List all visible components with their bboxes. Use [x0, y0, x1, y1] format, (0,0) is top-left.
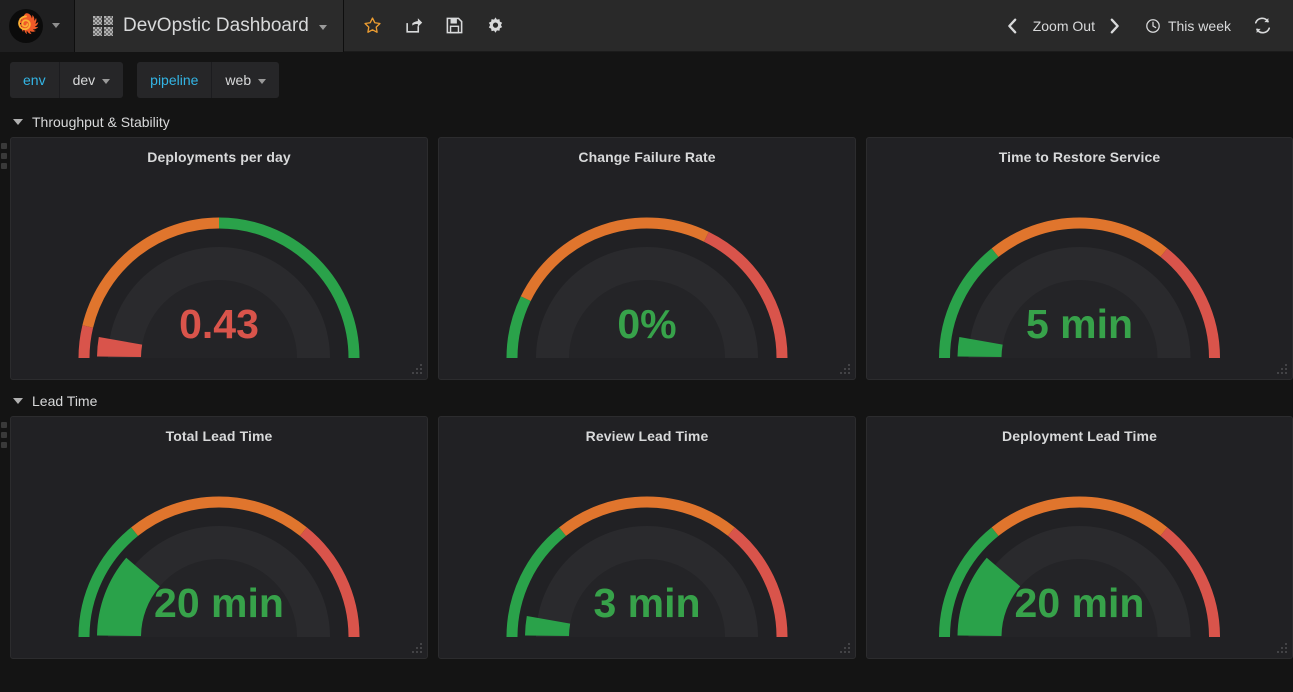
grafana-menu-caret[interactable] [52, 0, 74, 52]
variable-pipeline-label: pipeline [137, 61, 212, 98]
row-header-throughput-stability[interactable]: Throughput & Stability [0, 107, 1293, 137]
dashboard-title-group[interactable]: DevOpstic Dashboard [75, 0, 343, 52]
clock-icon [1146, 18, 1160, 33]
gauge-body: 5 min [867, 165, 1292, 370]
gauge-chart: 20 min [78, 496, 360, 638]
grafana-logo-icon [9, 8, 43, 43]
row-header-lead-time[interactable]: Lead Time [0, 386, 1293, 416]
gauge-chart: 0.43 [78, 217, 360, 359]
gauge-threshold-band-red [78, 325, 94, 359]
row-drag-handle[interactable] [1, 422, 9, 448]
panel-title: Time to Restore Service [998, 149, 1161, 165]
panel-deployment-lead-time[interactable]: Deployment Lead Time 20 min [866, 416, 1293, 659]
variable-pipeline-select[interactable]: web [211, 61, 280, 98]
variable-env-value: dev [72, 71, 96, 88]
time-range-picker[interactable]: This week [1131, 18, 1243, 34]
chevron-right-icon [1111, 18, 1120, 33]
panel-change-failure-rate[interactable]: Change Failure Rate 0% [438, 137, 856, 380]
star-button[interactable] [352, 0, 393, 52]
dashboard-body: Throughput & Stability Deployments per d… [0, 107, 1293, 659]
variable-pipeline-value: web [225, 71, 252, 88]
gauge-value-text: 20 min [1015, 580, 1145, 626]
chevron-down-icon [13, 398, 23, 404]
settings-button[interactable] [475, 0, 516, 52]
panel-resize-handle[interactable] [1277, 643, 1289, 655]
row-title: Lead Time [32, 393, 98, 409]
gauge-value-text: 0.43 [179, 301, 259, 347]
zoom-out-button[interactable]: Zoom Out [1029, 18, 1099, 34]
gear-icon [488, 17, 503, 33]
gauge-body: 20 min [867, 444, 1292, 649]
panel-resize-handle[interactable] [840, 364, 852, 376]
row-drag-handle[interactable] [1, 143, 9, 169]
share-button[interactable] [393, 0, 434, 52]
panel-title: Deployment Lead Time [1001, 428, 1157, 444]
chevron-left-icon [1008, 18, 1017, 33]
panel-resize-handle[interactable] [412, 643, 424, 655]
gauge-chart: 5 min [939, 217, 1220, 359]
panel-review-lead-time[interactable]: Review Lead Time 3 min [438, 416, 856, 659]
variable-env-label: env [10, 61, 59, 98]
time-shift-forward-button[interactable] [1101, 0, 1129, 52]
panel-deployments-per-day[interactable]: Deployments per day 0.43 [10, 137, 428, 380]
dashboard-actions [344, 0, 516, 52]
refresh-button[interactable] [1245, 0, 1279, 52]
save-button[interactable] [434, 0, 475, 52]
top-navbar: DevOpstic Dashboard Zoom Out This week [0, 0, 1293, 52]
star-icon [364, 17, 381, 33]
gauge-body: 3 min [439, 444, 855, 649]
panel-row-2: Total Lead Time 20 min Review Lead Time … [0, 416, 1293, 659]
chevron-down-icon [318, 25, 327, 30]
dashboard-grid-icon [93, 15, 113, 36]
gauge-body: 0.43 [11, 165, 427, 370]
panel-title: Change Failure Rate [578, 149, 716, 165]
panel-time-to-restore-service[interactable]: Time to Restore Service 5 min [866, 137, 1293, 380]
chevron-down-icon [102, 78, 111, 84]
time-shift-back-button[interactable] [999, 0, 1027, 52]
gauge-value-text: 0% [617, 301, 676, 347]
variable-pipeline: pipeline web [137, 61, 280, 98]
panel-resize-handle[interactable] [412, 364, 424, 376]
panel-title: Deployments per day [147, 149, 291, 165]
variable-env-select[interactable]: dev [58, 61, 124, 98]
time-range-label: This week [1167, 17, 1231, 34]
chevron-down-icon [52, 23, 60, 28]
gauge-value-text: 5 min [1026, 301, 1133, 347]
refresh-icon [1254, 17, 1270, 34]
template-variables-bar: env dev pipeline web [0, 52, 1293, 107]
row-title: Throughput & Stability [32, 114, 170, 130]
gauge-body: 0% [439, 165, 855, 370]
gauge-chart: 0% [506, 217, 788, 359]
grafana-home-button[interactable] [0, 0, 52, 52]
save-icon [446, 17, 463, 34]
share-icon [406, 18, 423, 33]
panel-resize-handle[interactable] [840, 643, 852, 655]
gauge-body: 20 min [11, 444, 427, 649]
chevron-down-icon [258, 78, 267, 84]
gauge-chart: 20 min [939, 496, 1220, 638]
gauge-value-text: 20 min [154, 580, 284, 626]
time-controls: Zoom Out This week [999, 0, 1293, 52]
panel-title: Review Lead Time [585, 428, 709, 444]
panel-title: Total Lead Time [165, 428, 273, 444]
gauge-threshold-band-green [506, 296, 531, 359]
gauge-value-text: 3 min [593, 580, 700, 626]
page-title: DevOpstic Dashboard [123, 14, 309, 36]
gauge-chart: 3 min [506, 496, 788, 638]
panel-row-1: Deployments per day 0.43 Change Failure … [0, 137, 1293, 380]
panel-total-lead-time[interactable]: Total Lead Time 20 min [10, 416, 428, 659]
variable-env: env dev [10, 61, 124, 98]
chevron-down-icon [13, 119, 23, 125]
panel-resize-handle[interactable] [1277, 364, 1289, 376]
